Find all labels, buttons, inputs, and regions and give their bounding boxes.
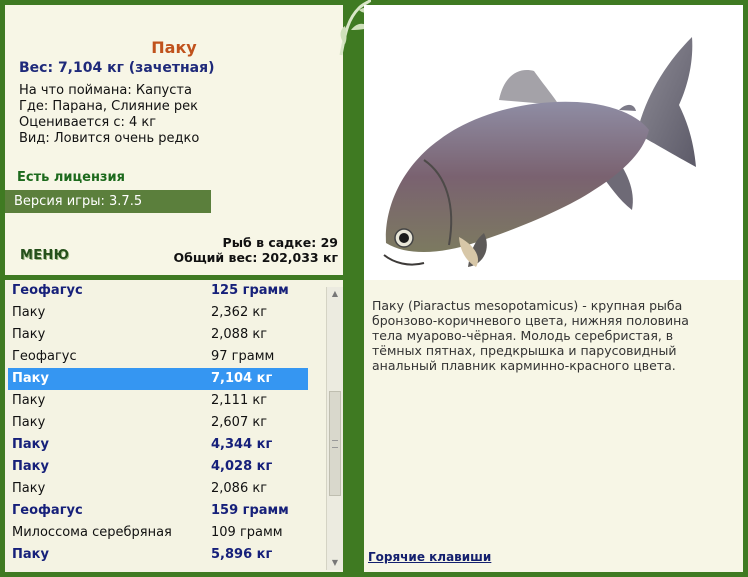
catch-name: Паку [12, 415, 46, 430]
catch-list-item[interactable]: Паку 2,088 кг [8, 324, 308, 346]
scroll-up-icon[interactable]: ▲ [330, 289, 340, 299]
catch-weight: 159 грамм [211, 503, 289, 518]
catch-name: Милоссома серебряная [12, 525, 172, 540]
pacu-fish-icon [383, 37, 696, 267]
fish-value: Оценивается с: 4 кг [19, 115, 157, 130]
hotkeys-link[interactable]: Горячие клавиши [368, 550, 491, 564]
fish-detail-panel: Паку (Piaractus mesopotamicus) - крупная… [364, 5, 743, 572]
fish-bait: На что поймана: Капуста [19, 83, 192, 98]
catch-name: Паку [12, 547, 49, 562]
license-status: Есть лицензия [17, 170, 125, 185]
catch-weight: 109 грамм [211, 525, 283, 540]
catch-list-item[interactable]: Паку 2,607 кг [8, 412, 308, 434]
catch-list[interactable]: Геофагус 125 грамм Паку 2,362 кг Паку 2,088 к… [8, 280, 308, 566]
catch-list-item[interactable]: Паку 2,362 кг [8, 302, 308, 324]
scroll-down-icon[interactable]: ▼ [330, 558, 340, 568]
catch-name: Паку [12, 393, 46, 408]
fish-weight: Вес: 7,104 кг (зачетная) [19, 60, 215, 76]
fish-location: Где: Парана, Слияние рек [19, 99, 198, 114]
fish-rarity: Вид: Ловится очень редко [19, 131, 200, 146]
catch-weight: 2,607 кг [211, 415, 268, 430]
catch-name: Паку [12, 327, 46, 342]
scrollbar[interactable]: ▲ ▼ [326, 287, 343, 570]
catch-weight: 5,896 кг [211, 547, 273, 562]
catch-weight: 7,104 кг [211, 371, 273, 386]
version-bar: Версия игры: 3.7.5 [5, 190, 211, 213]
catch-list-container: Геофагус 125 грамм Паку 2,362 кг Паку 2,088 к… [5, 280, 343, 572]
catch-list-item[interactable]: Геофагус 125 грамм [8, 280, 308, 302]
catch-name: Геофагус [12, 349, 77, 364]
catch-name: Паку [12, 481, 46, 496]
catch-list-item[interactable]: Геофагус 159 грамм [8, 500, 308, 522]
catch-list-item[interactable]: Паку 7,104 кг [8, 368, 308, 390]
catch-name: Паку [12, 305, 46, 320]
catch-weight: 97 грамм [211, 349, 275, 364]
catch-name: Геофагус [12, 503, 83, 518]
catch-name: Паку [12, 459, 49, 474]
fish-description: Паку (Piaractus mesopotamicus) - крупная… [372, 298, 689, 373]
fish-title: Паку [151, 38, 197, 57]
catch-name: Геофагус [12, 283, 83, 298]
catch-weight: 125 грамм [211, 283, 289, 298]
catch-weight: 2,362 кг [211, 305, 268, 320]
catch-list-item[interactable]: Геофагус 97 грамм [8, 346, 308, 368]
catch-weight: 2,086 кг [211, 481, 268, 496]
grip-icon [332, 440, 338, 448]
catch-list-item[interactable]: Паку 4,344 кг [8, 434, 308, 456]
cage-count: Рыб в садке: 29 [222, 235, 338, 250]
catch-weight: 4,344 кг [211, 437, 273, 452]
catch-list-item[interactable]: Паку 5,896 кг [8, 544, 308, 566]
catch-name: Паку [12, 437, 49, 452]
catch-weight: 2,088 кг [211, 327, 268, 342]
catch-list-item[interactable]: Паку 4,028 кг [8, 456, 308, 478]
description-area: Паку (Piaractus mesopotamicus) - крупная… [364, 290, 743, 572]
menu-button[interactable]: МЕНЮ [20, 248, 69, 263]
fish-image [364, 5, 743, 280]
total-weight: Общий вес: 202,033 кг [173, 250, 339, 265]
catch-list-item[interactable]: Милоссома серебряная 109 грамм [8, 522, 308, 544]
catch-weight: 4,028 кг [211, 459, 273, 474]
catch-list-item[interactable]: Паку 2,086 кг [8, 478, 308, 500]
scroll-thumb[interactable] [329, 391, 341, 496]
catch-stats: Рыб в садке: 29 Общий вес: 202,033 кг [174, 235, 339, 265]
catch-list-item[interactable]: Паку 2,111 кг [8, 390, 308, 412]
catch-name: Паку [12, 371, 49, 386]
catch-weight: 2,111 кг [211, 393, 268, 408]
fish-details: На что поймана: Капуста Где: Парана, Сли… [19, 83, 199, 147]
fish-info-panel: Паку Вес: 7,104 кг (зачетная) На что пой… [5, 5, 343, 572]
